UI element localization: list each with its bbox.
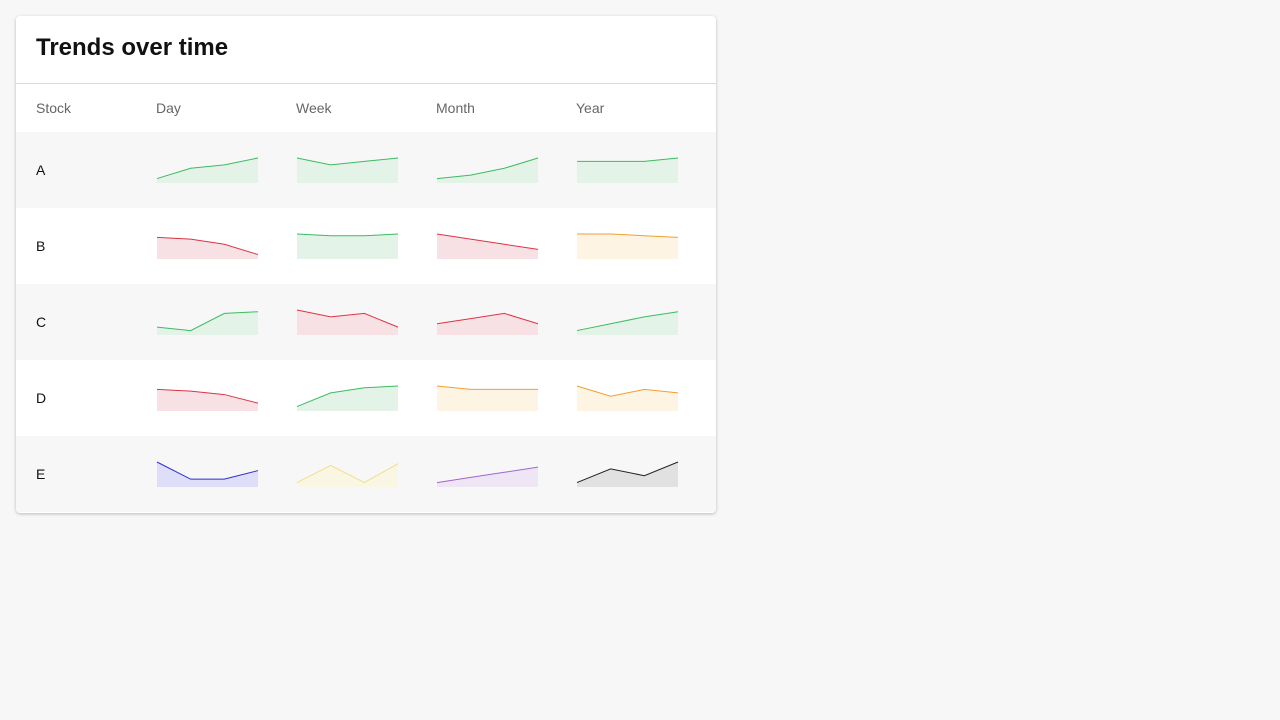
sparkline-area bbox=[157, 237, 258, 259]
sparkline-b-year bbox=[577, 233, 679, 259]
sparkline-area bbox=[297, 234, 398, 259]
sparkline-cell-year bbox=[576, 385, 716, 411]
card-title: Trends over time bbox=[36, 34, 229, 61]
sparkline-c-month bbox=[436, 312, 539, 335]
sparkline-area bbox=[577, 386, 678, 411]
sparkline-area bbox=[297, 386, 398, 411]
sparkline-b-week bbox=[296, 233, 399, 259]
sparkline-area bbox=[437, 313, 538, 335]
table-row: C bbox=[16, 284, 716, 360]
sparkline-e-month bbox=[436, 466, 539, 487]
sparkline-d-month bbox=[436, 385, 538, 411]
sparkline-a-day bbox=[156, 157, 259, 183]
column-header-month: Month bbox=[436, 100, 475, 116]
sparkline-d-day bbox=[156, 388, 259, 411]
sparkline-cell-year bbox=[576, 157, 716, 183]
sparkline-area bbox=[157, 311, 258, 335]
sparkline-e-year bbox=[576, 461, 679, 487]
sparkline-cell-day bbox=[156, 233, 296, 259]
sparkline-b-day bbox=[156, 236, 259, 259]
sparkline-cell-month bbox=[436, 461, 576, 487]
column-header-stock: Stock bbox=[36, 100, 72, 116]
sparkline-area bbox=[577, 311, 678, 335]
column-header-day: Day bbox=[156, 100, 181, 116]
sparkline-area bbox=[297, 158, 398, 183]
sparkline-d-week bbox=[296, 385, 399, 411]
sparkline-cell-month bbox=[436, 233, 576, 259]
sparkline-cell-month bbox=[436, 385, 576, 411]
sparkline-cell-year bbox=[576, 233, 716, 259]
sparkline-cell-day bbox=[156, 309, 296, 335]
column-header-week: Week bbox=[296, 100, 332, 116]
sparkline-d-year bbox=[576, 385, 679, 411]
table-body: A B C D E bbox=[16, 132, 716, 512]
sparkline-a-year bbox=[577, 157, 679, 183]
sparkline-e-week bbox=[296, 463, 399, 487]
sparkline-area bbox=[297, 310, 398, 335]
sparkline-cell-week bbox=[296, 157, 436, 183]
sparkline-c-week bbox=[296, 309, 399, 335]
column-header-year: Year bbox=[576, 100, 605, 116]
sparkline-area bbox=[437, 158, 538, 183]
sparkline-cell-day bbox=[156, 461, 296, 487]
table-row: B bbox=[16, 208, 716, 284]
sparkline-cell-week bbox=[296, 385, 436, 411]
stock-label: A bbox=[36, 162, 46, 178]
sparkline-cell-year bbox=[576, 461, 716, 487]
table-row: A bbox=[16, 132, 716, 208]
sparkline-cell-week bbox=[296, 461, 436, 487]
sparkline-cell-day bbox=[156, 385, 296, 411]
sparkline-area bbox=[437, 467, 538, 487]
sparkline-e-day bbox=[156, 461, 259, 487]
sparkline-cell-month bbox=[436, 157, 576, 183]
stock-label: C bbox=[36, 314, 47, 330]
sparkline-a-month bbox=[436, 157, 539, 183]
table-header-row: Stock Day Week Month Year bbox=[16, 84, 716, 132]
stock-label: B bbox=[36, 238, 46, 254]
sparkline-cell-week bbox=[296, 309, 436, 335]
stock-label: E bbox=[36, 466, 46, 482]
sparkline-area bbox=[577, 462, 678, 487]
stock-label: D bbox=[36, 390, 47, 406]
trends-card: Trends over time Stock Day Week Month Ye… bbox=[16, 16, 716, 513]
sparkline-a-week bbox=[296, 157, 399, 183]
table-row: E bbox=[16, 436, 716, 512]
sparkline-c-day bbox=[156, 311, 259, 335]
sparkline-cell-year bbox=[576, 309, 716, 335]
table-row: D bbox=[16, 360, 716, 436]
sparkline-c-year bbox=[576, 311, 679, 335]
sparkline-area bbox=[157, 158, 258, 183]
sparkline-area bbox=[577, 234, 678, 259]
sparkline-cell-week bbox=[296, 233, 436, 259]
sparkline-cell-month bbox=[436, 309, 576, 335]
sparkline-b-month bbox=[436, 233, 539, 259]
sparkline-area bbox=[437, 234, 538, 259]
card-header: Trends over time bbox=[16, 16, 716, 84]
sparkline-cell-day bbox=[156, 157, 296, 183]
